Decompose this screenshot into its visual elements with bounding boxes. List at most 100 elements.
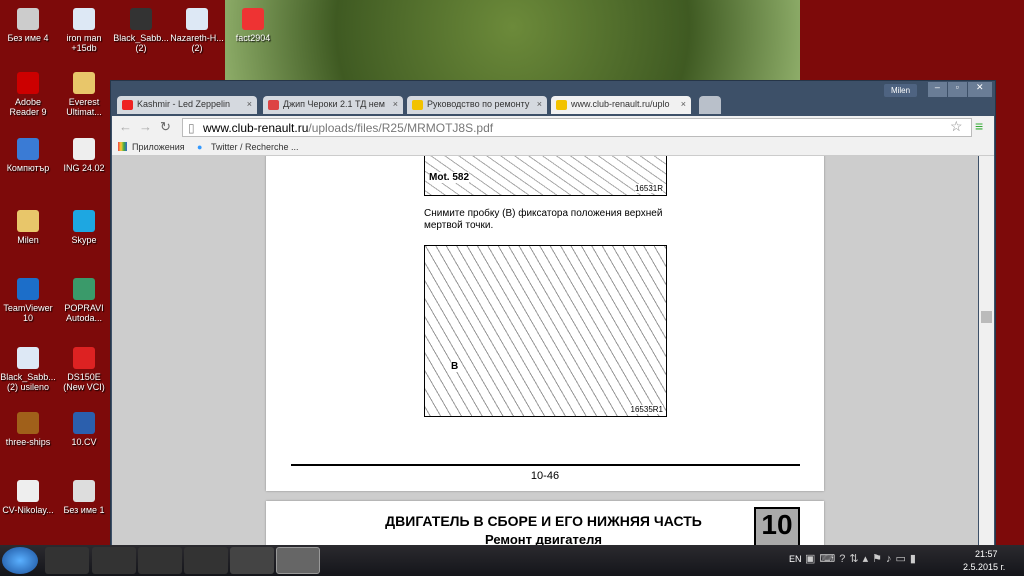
desktop-icon-label: fact2904 xyxy=(235,33,271,43)
pdf-page: Mot. 582 16531R Снимите пробку (B) фикса… xyxy=(266,156,824,491)
pdf-page: ДВИГАТЕЛЬ В СБОРЕ И ЕГО НИЖНЯЯ ЧАСТЬ Рем… xyxy=(266,501,824,545)
file-icon xyxy=(73,412,95,434)
file-icon xyxy=(73,210,95,232)
desktop-icon-label: POPRAVI Autoda... xyxy=(64,303,104,323)
file-icon xyxy=(73,8,95,30)
browser-window: Milen – ▫ ✕ Kashmir - Led Zeppelin × Джип … xyxy=(110,80,996,546)
file-icon xyxy=(17,72,39,94)
address-bar[interactable]: ▯ www.club-renault.ru/uploads/files/R25/M… xyxy=(182,118,972,137)
file-icon xyxy=(17,278,39,300)
taskbar-ie[interactable] xyxy=(138,547,182,574)
browser-tab[interactable]: Kashmir - Led Zeppelin × xyxy=(117,96,257,114)
scrollbar-thumb[interactable] xyxy=(981,311,992,323)
new-tab-button[interactable] xyxy=(699,96,721,114)
favicon-icon xyxy=(412,100,423,110)
desktop-icon-label: TeamViewer 10 xyxy=(3,303,53,323)
file-icon xyxy=(17,347,39,369)
desktop-icon[interactable]: Everest Ultimat... xyxy=(56,72,112,117)
file-icon xyxy=(73,347,95,369)
taskbar-explorer[interactable] xyxy=(92,547,136,574)
favicon-icon xyxy=(556,100,567,110)
bookmark-star-icon[interactable]: ☆ xyxy=(950,118,963,135)
desktop-icon[interactable]: Milen xyxy=(0,210,56,245)
close-tab-icon[interactable]: × xyxy=(537,99,542,109)
maximize-button[interactable]: ▫ xyxy=(947,82,967,97)
desktop-icon-label: 10.CV xyxy=(71,437,97,447)
browser-tab[interactable]: www.club-renault.ru/uplo × xyxy=(551,96,691,114)
desktop-icon-label: three-ships xyxy=(5,437,51,447)
close-button[interactable]: ✕ xyxy=(967,82,992,97)
section-heading: ДВИГАТЕЛЬ В СБОРЕ И ЕГО НИЖНЯЯ ЧАСТЬ xyxy=(385,513,702,529)
desktop-icon-label: ING 24.02 xyxy=(63,163,105,173)
desktop-icon[interactable]: Без име 1 xyxy=(56,480,112,515)
close-tab-icon[interactable]: × xyxy=(681,99,686,109)
language-indicator[interactable]: EN xyxy=(789,554,802,564)
taskbar: EN ▣⌨?⇅▴⚑♪▭▮ 21:57 2.5.2015 г. xyxy=(0,545,1024,576)
figure-mot582: Mot. 582 16531R xyxy=(424,156,667,196)
file-icon xyxy=(17,138,39,160)
figure-code: 16531R xyxy=(634,184,663,193)
taskbar-media-player[interactable] xyxy=(45,547,89,574)
desktop-icon-label: Компютър xyxy=(6,163,50,173)
desktop-icon[interactable]: 10.CV xyxy=(56,412,112,447)
desktop-icon[interactable]: DS150E (New VCI) xyxy=(56,347,112,392)
desktop-icon-label: Без име 1 xyxy=(63,505,105,515)
minimize-button[interactable]: – xyxy=(928,82,947,97)
back-icon[interactable]: ← xyxy=(119,119,132,134)
file-icon xyxy=(73,278,95,300)
url-host: www.club-renault.ru xyxy=(203,121,309,135)
instruction-text: Снимите пробку (B) фиксатора положения в… xyxy=(424,208,663,231)
file-icon xyxy=(130,8,152,30)
desktop-icon-label: Black_Sabb... (2) xyxy=(113,33,169,53)
file-icon xyxy=(186,8,208,30)
section-number-box: 10 xyxy=(754,507,800,545)
desktop-icon[interactable]: ING 24.02 xyxy=(56,138,112,173)
close-tab-icon[interactable]: × xyxy=(247,99,252,109)
desktop-icon[interactable]: Без име 4 xyxy=(0,8,56,43)
file-icon xyxy=(73,480,95,502)
browser-tab[interactable]: Джип Чероки 2.1 ТД нем × xyxy=(263,96,403,114)
desktop-icon[interactable]: fact2904 xyxy=(225,8,281,43)
reload-icon[interactable]: ↻ xyxy=(160,119,171,135)
desktop-icon[interactable]: TeamViewer 10 xyxy=(0,278,56,323)
section-subheading: Ремонт двигателя xyxy=(485,532,602,545)
desktop-icon-label: Без име 4 xyxy=(7,33,49,43)
tab-title: Руководство по ремонту xyxy=(427,99,530,109)
start-button[interactable] xyxy=(2,547,38,574)
profile-button[interactable]: Milen xyxy=(884,84,917,97)
clock-time[interactable]: 21:57 xyxy=(975,549,998,559)
close-tab-icon[interactable]: × xyxy=(393,99,398,109)
tray-icons[interactable]: ▣⌨?⇅▴⚑♪▭▮ xyxy=(805,552,920,565)
desktop-icon-label: Milen xyxy=(17,235,39,245)
menu-icon[interactable]: ≡ xyxy=(975,118,983,134)
desktop-icon[interactable]: Компютър xyxy=(0,138,56,173)
clock-date[interactable]: 2.5.2015 г. xyxy=(963,562,1005,572)
twitter-icon: ● xyxy=(197,142,203,152)
desktop-icon[interactable]: Nazareth-H... (2) xyxy=(169,8,225,53)
bookmark-twitter[interactable]: Twitter / Recherche ... xyxy=(211,142,299,152)
figure-label: Mot. 582 xyxy=(429,172,470,183)
desktop-icon[interactable]: Black_Sabb... (2) usileno xyxy=(0,347,56,392)
taskbar-skype[interactable] xyxy=(230,547,274,574)
favicon-icon xyxy=(122,100,133,110)
forward-icon[interactable]: → xyxy=(139,119,152,134)
tab-title: www.club-renault.ru/uplo xyxy=(571,99,670,109)
bookmark-apps[interactable]: Приложения xyxy=(132,142,185,152)
vertical-scrollbar[interactable] xyxy=(979,156,994,545)
desktop-icon[interactable]: Black_Sabb... (2) xyxy=(113,8,169,53)
file-icon xyxy=(73,72,95,94)
divider xyxy=(291,464,800,466)
desktop-icon[interactable]: three-ships xyxy=(0,412,56,447)
taskbar-chrome[interactable] xyxy=(276,547,320,574)
desktop-icon[interactable]: Skype xyxy=(56,210,112,245)
desktop-icon[interactable]: Adobe Reader 9 xyxy=(0,72,56,117)
desktop-icon-label: Adobe Reader 9 xyxy=(9,97,47,117)
desktop-icon[interactable]: POPRAVI Autoda... xyxy=(56,278,112,323)
file-icon xyxy=(17,480,39,502)
taskbar-viber[interactable] xyxy=(184,547,228,574)
desktop-icon[interactable]: iron man +15db xyxy=(56,8,112,53)
browser-tab[interactable]: Руководство по ремонту × xyxy=(407,96,547,114)
desktop-icon-label: Nazareth-H... (2) xyxy=(170,33,224,53)
page-number: 10-46 xyxy=(530,470,560,482)
desktop-icon[interactable]: CV-Nikolay... xyxy=(0,480,56,515)
